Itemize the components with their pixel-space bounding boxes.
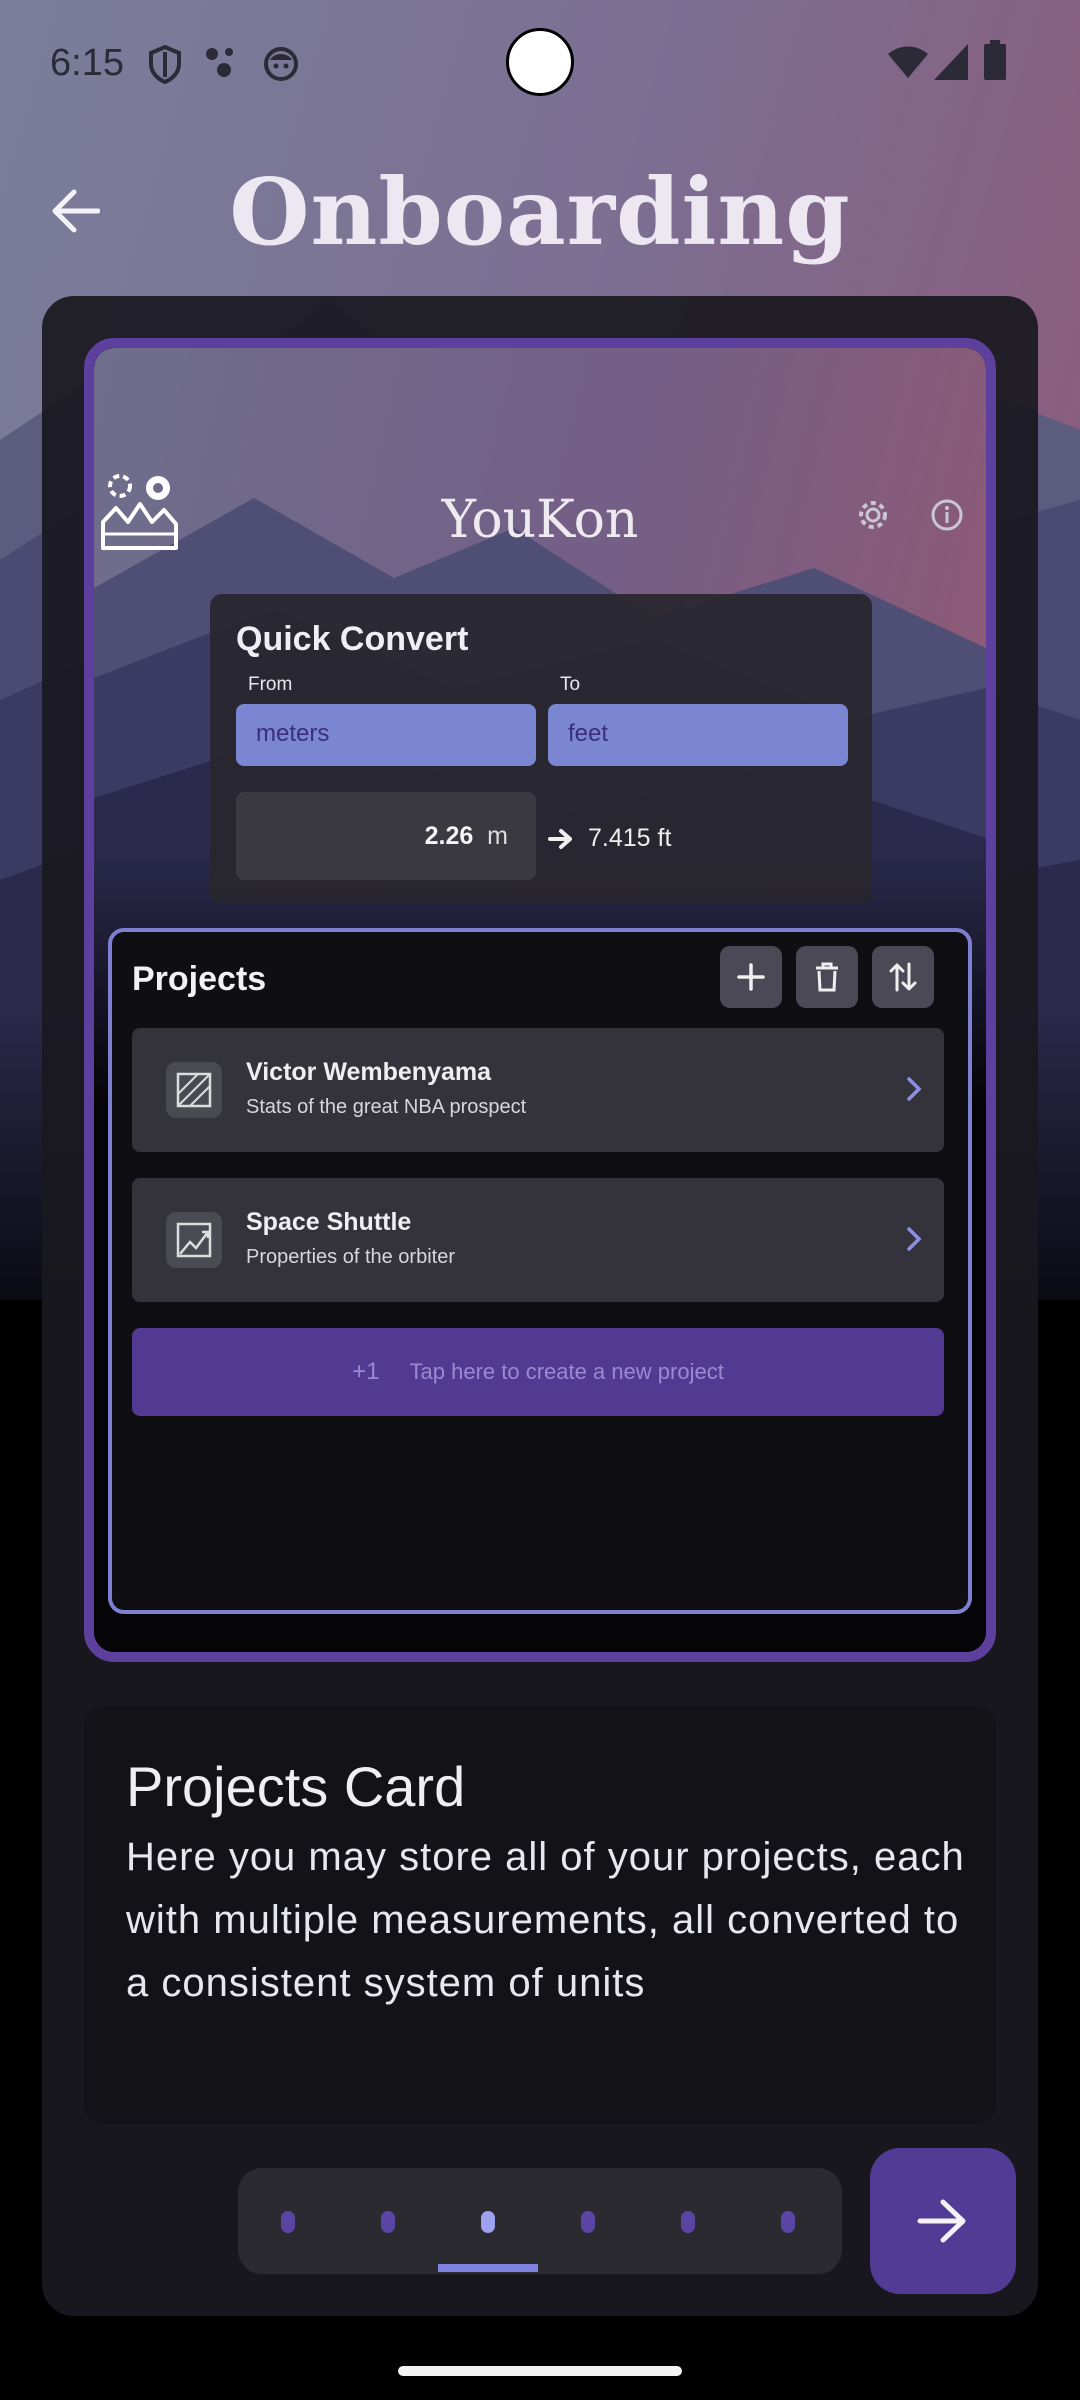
wifi-icon <box>888 46 928 78</box>
project-chart-icon <box>166 1212 222 1268</box>
current-page-underline <box>438 2264 538 2272</box>
to-unit-select[interactable]: feet <box>548 704 848 766</box>
info-icon[interactable] <box>930 498 964 532</box>
chevron-right-icon <box>907 1227 922 1251</box>
camera-cutout <box>506 28 574 96</box>
result-value: 7.415 ft <box>588 824 672 852</box>
app-preview-frame: YouKon Quick Convert From To meters feet… <box>84 338 996 1662</box>
description-card: Projects Card Here you may store all of … <box>84 1706 996 2124</box>
new-project-button[interactable]: +1 Tap here to create a new project <box>132 1328 944 1416</box>
page-dot[interactable] <box>681 2211 695 2233</box>
page-indicator <box>238 2168 842 2274</box>
forward-arrow-icon <box>917 2199 966 2243</box>
projects-title: Projects <box>132 960 267 998</box>
value-unit: m <box>487 822 508 850</box>
project-name: Space Shuttle <box>246 1208 412 1236</box>
delete-project-button[interactable] <box>796 946 858 1008</box>
signal-icon <box>934 44 968 80</box>
value-input[interactable]: 2.26 m <box>236 792 536 880</box>
trash-icon <box>816 962 838 992</box>
quick-convert-title: Quick Convert <box>236 620 469 658</box>
page-title: Onboarding <box>229 158 851 266</box>
conversion-result: 7.415 ft <box>548 824 671 853</box>
project-description: Stats of the great NBA prospect <box>246 1096 527 1118</box>
plus-one-icon: +1 <box>352 1358 380 1385</box>
home-indicator[interactable] <box>398 2366 682 2376</box>
status-time: 6:15 <box>50 42 124 84</box>
settings-icon[interactable] <box>856 498 890 532</box>
sort-icon <box>889 962 917 992</box>
next-button[interactable] <box>870 2148 1016 2294</box>
description-title: Projects Card <box>126 1755 466 1818</box>
project-description: Properties of the orbiter <box>246 1246 455 1268</box>
page-dot[interactable] <box>281 2211 295 2233</box>
project-image-icon <box>166 1062 222 1118</box>
chevron-right-icon <box>907 1077 922 1101</box>
to-label: To <box>560 674 581 695</box>
projects-card: Projects Victor Wembenyama Stats of the … <box>108 928 972 1614</box>
app-notification-icon <box>264 47 298 81</box>
page-dot[interactable] <box>581 2211 595 2233</box>
project-item[interactable]: Space Shuttle Properties of the orbiter <box>132 1178 944 1302</box>
from-unit-select[interactable]: meters <box>236 704 536 766</box>
onboarding-screen: 6:15 Onboarding YouKon Quick Convert Fro… <box>0 0 1080 2400</box>
page-dot[interactable] <box>781 2211 795 2233</box>
page-dot-active[interactable] <box>481 2211 495 2233</box>
right-arrow-icon <box>548 828 572 849</box>
add-project-button[interactable] <box>720 946 782 1008</box>
new-project-label: Tap here to create a new project <box>409 1359 724 1384</box>
description-body: Here you may store all of your projects,… <box>126 1835 965 2005</box>
shield-icon <box>149 44 181 84</box>
assistant-icon <box>206 48 233 77</box>
app-title: YouKon <box>441 490 639 550</box>
value-number: 2.26 <box>424 822 474 850</box>
sort-projects-button[interactable] <box>872 946 934 1008</box>
battery-icon <box>984 40 1006 80</box>
quick-convert-card: Quick Convert From To meters feet 2.26 m… <box>210 594 872 904</box>
plus-icon <box>737 963 765 991</box>
from-label: From <box>248 674 293 695</box>
project-name: Victor Wembenyama <box>246 1058 492 1086</box>
project-item[interactable]: Victor Wembenyama Stats of the great NBA… <box>132 1028 944 1152</box>
page-dot[interactable] <box>381 2211 395 2233</box>
